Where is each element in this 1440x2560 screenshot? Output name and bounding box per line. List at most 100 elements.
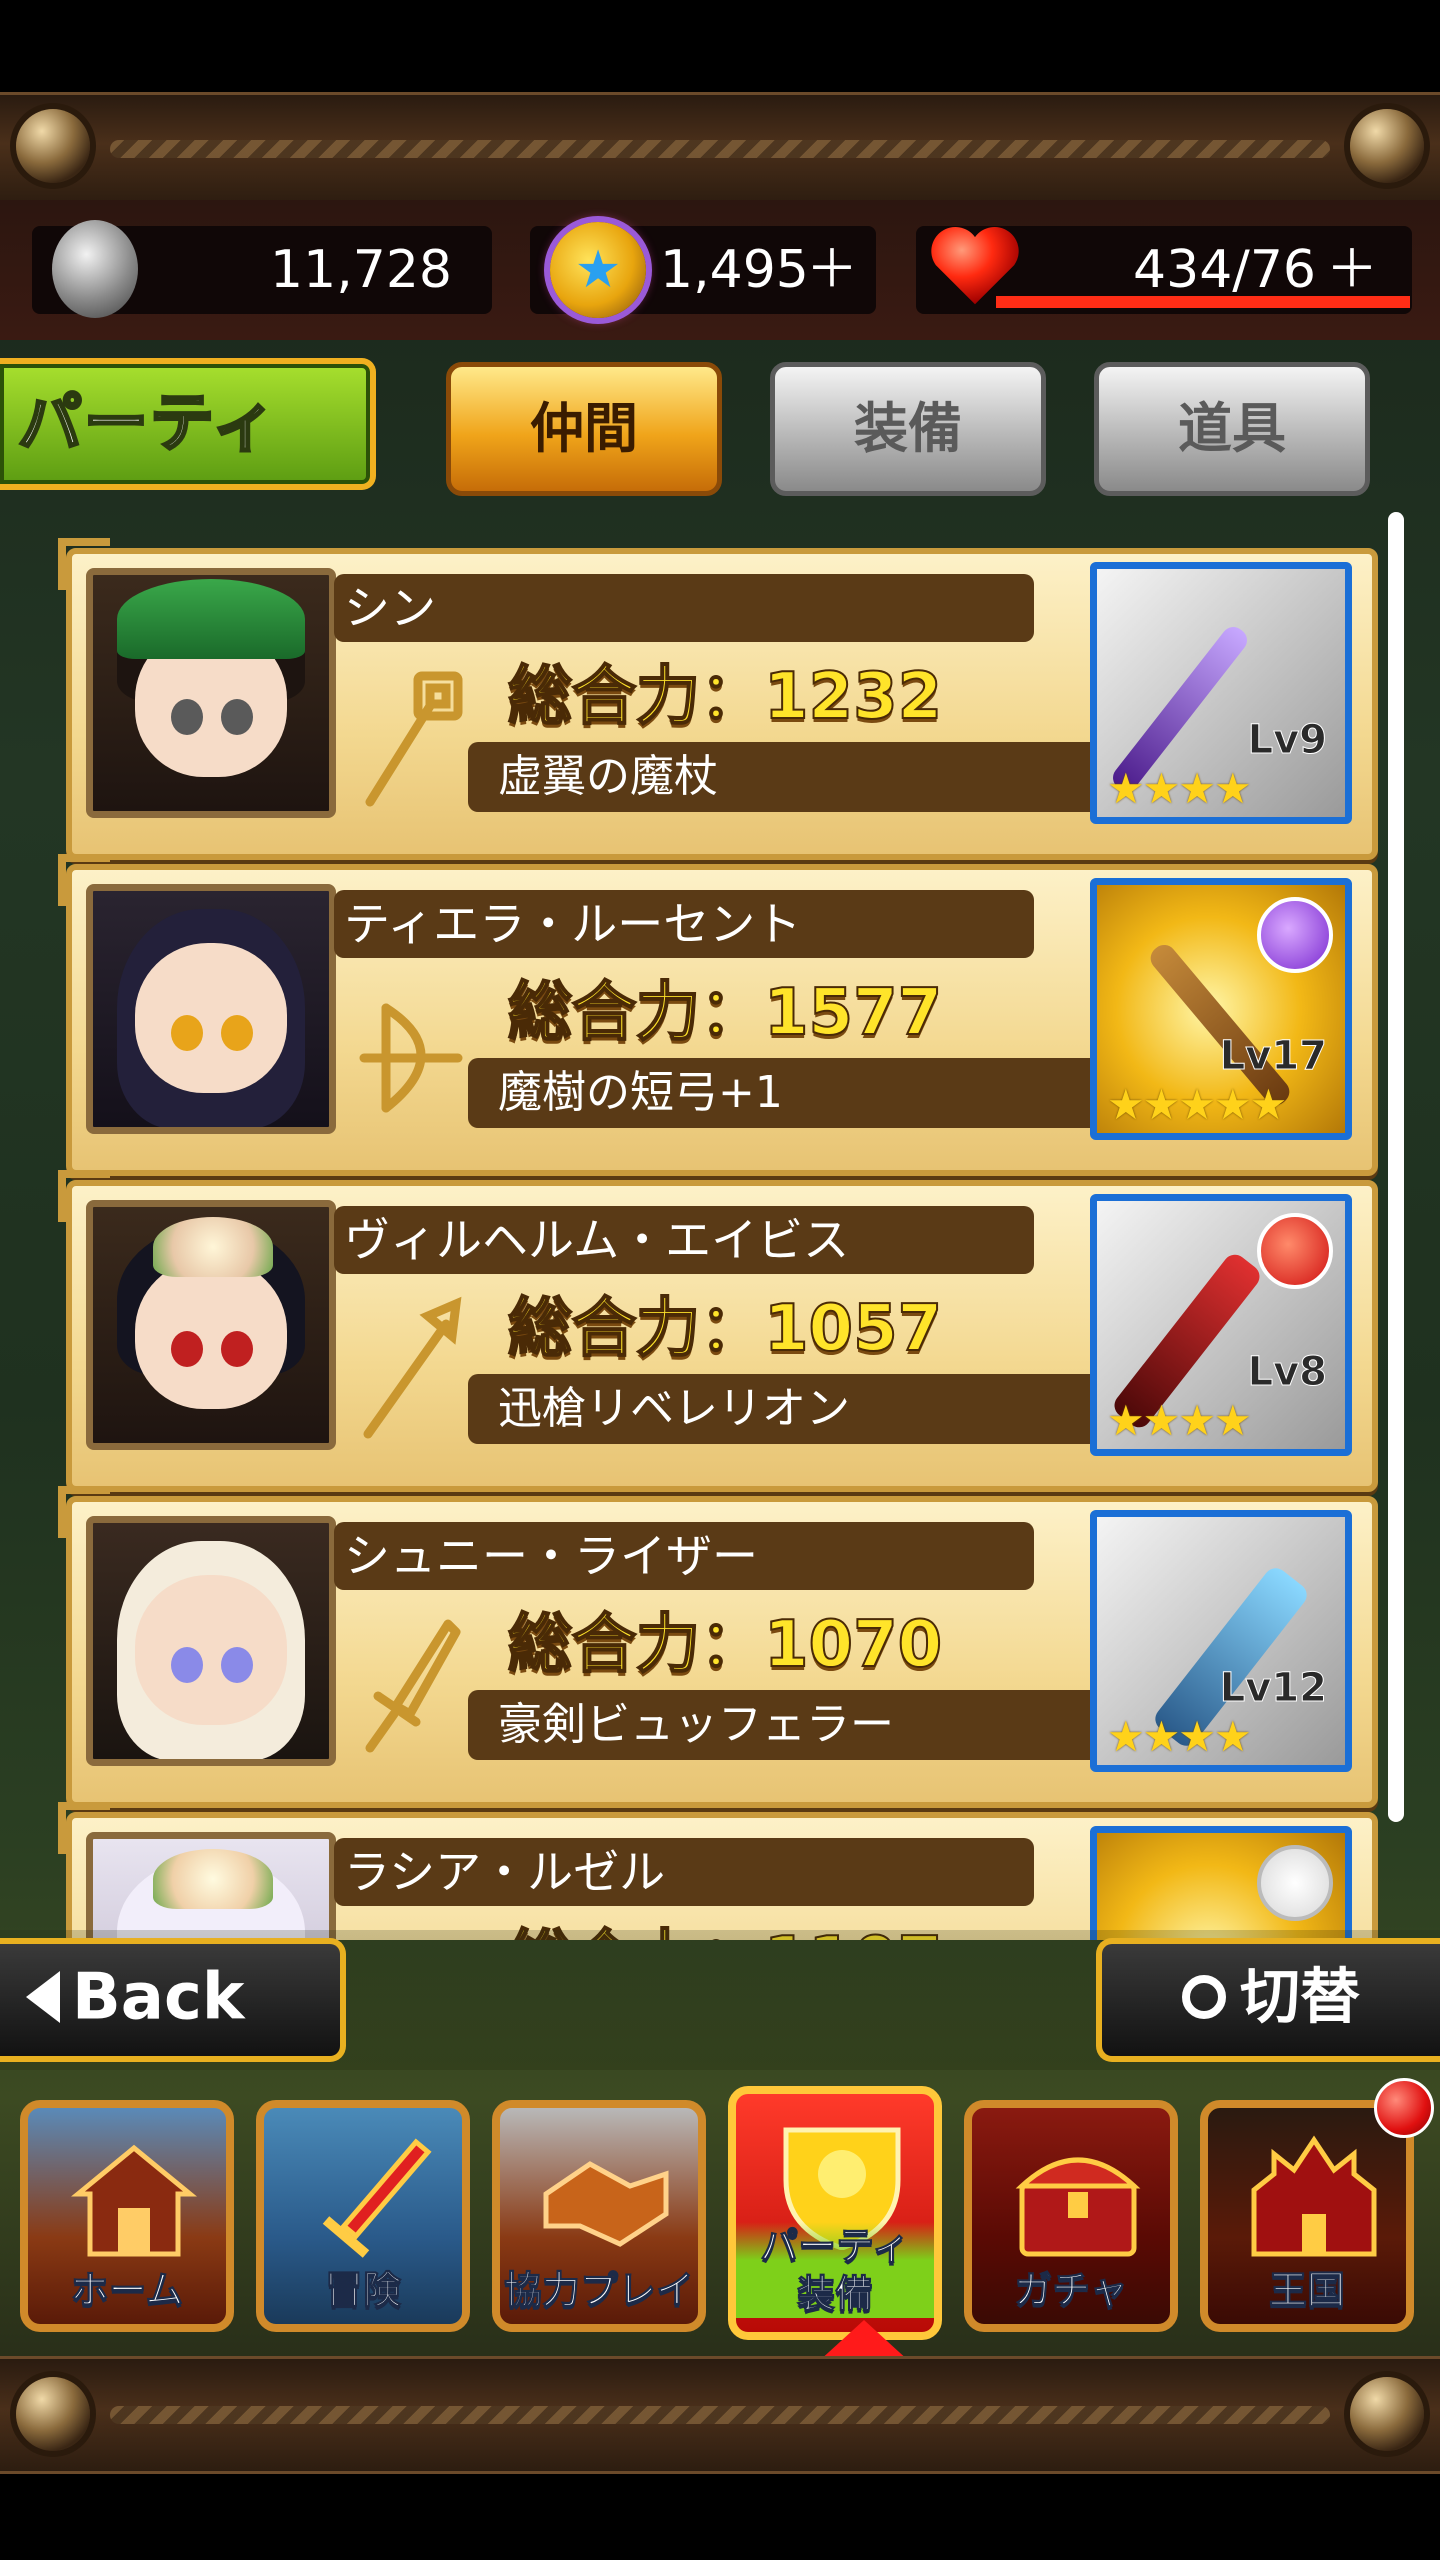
weapon-level: Lv9	[1247, 717, 1327, 764]
medal-add-button[interactable]: ＋	[806, 226, 862, 314]
nav-kingdom[interactable]: 王国	[1200, 2100, 1414, 2332]
party-member-card[interactable]: ラシア・ルゼル 総合力：1107	[58, 1802, 1378, 1940]
weapon-level: Lv8	[1247, 1349, 1327, 1396]
game-screen: 11,728 1,495 ＋ 434/76 ＋ パーティ 仲間 装備 道具	[0, 0, 1440, 2560]
member-portrait[interactable]	[86, 1200, 336, 1450]
nav-party-equip-label: パーティ 装備	[736, 2222, 934, 2318]
weapon-slot[interactable]: Lv8 ★★★★	[1090, 1194, 1352, 1456]
nav-home-label: ホーム	[70, 2268, 184, 2313]
sword-type-icon	[365, 1619, 461, 1753]
tab-equipment[interactable]: 装備	[770, 362, 1046, 496]
kingdom-icon	[1251, 2135, 1377, 2257]
nav-coop[interactable]: 協力プレイ	[492, 2100, 706, 2332]
weapon-slot[interactable]: Lv17 ★★★★★	[1090, 878, 1352, 1140]
scrollbar[interactable]	[1388, 512, 1404, 1822]
power-label: 総合力：	[507, 659, 765, 735]
nav-coop-label: 協力プレイ	[503, 2268, 694, 2313]
member-portrait[interactable]	[86, 1832, 336, 1940]
member-portrait[interactable]	[86, 1516, 336, 1766]
back-label: Back	[72, 1960, 245, 2035]
star-medal-icon	[550, 222, 646, 318]
member-power: 総合力：1070	[507, 1602, 943, 1688]
party-member-card[interactable]: シュニー・ライザー 総合力：1070 豪剣ビュッフェラー Lv12 ★★★★	[58, 1486, 1378, 1808]
nav-kingdom-label: 王国	[1268, 2268, 1345, 2313]
bow-type-icon	[359, 1003, 463, 1113]
member-portrait[interactable]	[86, 884, 336, 1134]
power-label: 総合力：	[507, 975, 765, 1051]
tab-companions[interactable]: 仲間	[446, 362, 722, 496]
weapon-rarity-stars: ★★★★	[1107, 764, 1252, 813]
portrait-helmet	[117, 579, 305, 659]
weapon-slot[interactable]: Lv12 ★★★★	[1090, 1510, 1352, 1772]
party-member-card[interactable]: ヴィルヘルム・エイビス 総合力：1057 迅槍リベレリオン Lv8 ★★★★	[58, 1170, 1378, 1492]
portrait-eye	[171, 1647, 203, 1683]
portrait-flower-crown	[153, 1217, 273, 1277]
nav-adventure-label: 冒険	[324, 2268, 401, 2313]
rivet-right	[1350, 2377, 1424, 2451]
member-name: シュニー・ライザー	[334, 1522, 1034, 1590]
power-value: 1070	[763, 1607, 943, 1683]
member-power: 総合力：1057	[507, 1286, 943, 1372]
portrait-face	[135, 1259, 287, 1409]
power-label: 総合力：	[507, 1607, 765, 1683]
bottom-black-bar	[0, 2474, 1440, 2560]
portrait-eye	[171, 699, 203, 735]
nav-party-equip[interactable]: パーティ 装備	[728, 2086, 942, 2340]
power-value: 1057	[763, 1291, 943, 1367]
portrait-flower-crown	[153, 1849, 273, 1909]
weapon-level: Lv17	[1219, 1033, 1327, 1080]
member-name: ティエラ・ルーセント	[334, 890, 1034, 958]
rivet-left	[16, 109, 90, 183]
spear-type-icon	[363, 1296, 462, 1439]
refresh-icon	[1182, 1975, 1226, 2020]
portrait-eye	[221, 1331, 253, 1367]
fire-element-icon	[1257, 1213, 1333, 1289]
nav-gacha-label: ガチャ	[1014, 2268, 1129, 2313]
vine-decoration	[110, 140, 1330, 158]
portrait-eye	[171, 1015, 203, 1051]
home-castle-icon	[71, 2144, 197, 2257]
treasure-chest-icon	[1015, 2157, 1141, 2257]
member-portrait[interactable]	[86, 568, 336, 818]
currency-bar: 11,728 1,495 ＋ 434/76 ＋	[0, 200, 1440, 340]
switch-button[interactable]: 切替	[1096, 1938, 1440, 2062]
portrait-eye	[221, 1015, 253, 1051]
party-member-card[interactable]: ティエラ・ルーセント 総合力：1577 魔樹の短弓+1 Lv17 ★★★★★	[58, 854, 1378, 1176]
switch-label: 切替	[1240, 1962, 1360, 2033]
portrait-eye	[221, 699, 253, 735]
portrait-face	[135, 943, 287, 1093]
power-label: 総合力：	[507, 1291, 765, 1367]
weapon-name: 豪剣ビュッフェラー	[468, 1690, 1094, 1760]
rivet-left	[16, 2377, 90, 2451]
vine-decoration	[110, 2406, 1330, 2424]
sun-element-icon	[1257, 1845, 1333, 1921]
stamina-gauge	[996, 296, 1410, 308]
weapon-level: Lv12	[1219, 1665, 1327, 1712]
weapon-rarity-stars: ★★★★	[1107, 1396, 1252, 1445]
weapon-rarity-stars: ★★★★	[1107, 1712, 1252, 1761]
medal-count: 1,495	[660, 240, 809, 300]
member-name: ヴィルヘルム・エイビス	[334, 1206, 1034, 1274]
power-value: 1577	[763, 975, 943, 1051]
member-name: シン	[334, 574, 1034, 642]
nav-adventure[interactable]: 冒険	[256, 2100, 470, 2332]
silver-coin-icon	[52, 220, 138, 318]
weapon-name: 虚翼の魔杖	[468, 742, 1094, 812]
bottom-nav: ホーム 冒険 協力プレイ パーティ 装備 ガチャ 王国	[0, 2080, 1440, 2350]
weapon-name: 迅槍リベレリオン	[468, 1374, 1094, 1444]
portrait-eye	[221, 1647, 253, 1683]
tabs-row: パーティ 仲間 装備 道具	[0, 340, 1440, 510]
back-button[interactable]: Back	[0, 1938, 346, 2062]
member-power: 総合力：1577	[507, 970, 943, 1056]
medal-box[interactable]: 1,495 ＋	[530, 222, 876, 318]
nav-home[interactable]: ホーム	[20, 2100, 234, 2332]
tab-items[interactable]: 道具	[1094, 362, 1370, 496]
coin-count: 11,728	[270, 240, 452, 300]
weapon-slot[interactable]	[1090, 1826, 1352, 1940]
nav-gacha[interactable]: ガチャ	[964, 2100, 1178, 2332]
top-black-bar	[0, 0, 1440, 92]
weapon-slot[interactable]: Lv9 ★★★★	[1090, 562, 1352, 824]
bottom-ornament-frame	[0, 2356, 1440, 2474]
party-member-card[interactable]: シン 総合力：1232 虚翼の魔杖 Lv9 ★★★★	[58, 538, 1378, 860]
rivet-right	[1350, 109, 1424, 183]
